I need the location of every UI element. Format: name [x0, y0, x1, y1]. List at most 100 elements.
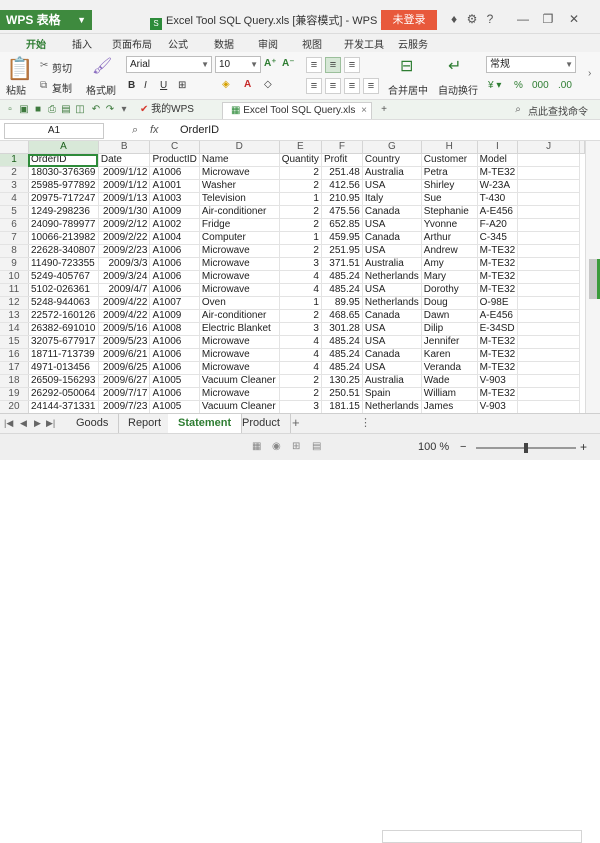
cell[interactable]: V-903	[477, 374, 519, 389]
row-header[interactable]: 8	[0, 244, 29, 259]
cell[interactable]: M-TE32	[477, 166, 519, 181]
cell[interactable]: A-E456	[477, 205, 519, 220]
tab-insert[interactable]: 插入	[72, 36, 92, 51]
column-header[interactable]: G	[362, 141, 422, 155]
layout-icon[interactable]: ▦	[252, 441, 261, 452]
open-icon[interactable]: ▣	[18, 104, 30, 116]
cell[interactable]	[517, 166, 580, 181]
column-header[interactable]: B	[98, 141, 151, 155]
cell[interactable]: 301.28	[321, 322, 363, 337]
cell[interactable]: 4	[279, 335, 322, 350]
row-header[interactable]: 11	[0, 283, 29, 298]
skin-icon[interactable]: ♦	[446, 12, 462, 26]
paste-icon[interactable]: 📋	[6, 56, 33, 82]
cell[interactable]: W-23A	[477, 179, 519, 194]
cell[interactable]: 24090-789977	[28, 218, 99, 233]
cell[interactable]: 2009/1/30	[98, 205, 151, 220]
cell[interactable]	[517, 244, 580, 259]
cell[interactable]	[517, 179, 580, 194]
align-center-icon[interactable]: ≡	[325, 78, 341, 94]
cell[interactable]: 3	[279, 322, 322, 337]
tab-cloud[interactable]: 云服务	[398, 36, 428, 51]
cell[interactable]: Netherlands	[362, 400, 422, 413]
cell[interactable]: 2	[279, 205, 322, 220]
cell[interactable]: Oven	[199, 296, 280, 311]
zoom-level[interactable]: 100 %	[418, 441, 449, 453]
cell[interactable]	[517, 309, 580, 324]
cell[interactable]: Computer	[199, 231, 280, 246]
cell[interactable]: 2009/6/25	[98, 361, 151, 376]
cell[interactable]: Netherlands	[362, 296, 422, 311]
cell[interactable]: 459.95	[321, 231, 363, 246]
prev-sheet-icon[interactable]: ◀	[20, 418, 27, 429]
cell[interactable]: Profit	[321, 153, 363, 168]
app-menu-button[interactable]: WPS 表格 ▼	[0, 10, 92, 30]
cut-icon[interactable]: ✂	[40, 60, 48, 71]
cell[interactable]: 1	[279, 192, 322, 207]
cell[interactable]: Dorothy	[421, 283, 478, 298]
wrap-icon[interactable]: ↵	[448, 56, 461, 76]
cell[interactable]: A1007	[149, 296, 200, 311]
cell[interactable]: 2009/5/16	[98, 322, 151, 337]
cell[interactable]: Petra	[421, 166, 478, 181]
cell[interactable]: USA	[362, 322, 422, 337]
cell[interactable]: 24144-371331	[28, 400, 99, 413]
cell[interactable]: Fridge	[199, 218, 280, 233]
command-search[interactable]: 点此查找命令	[528, 103, 588, 118]
cell[interactable]: M-TE32	[477, 283, 519, 298]
cell[interactable]: A1002	[149, 218, 200, 233]
cell[interactable]: 181.15	[321, 400, 363, 413]
cell[interactable]: Spain	[362, 387, 422, 402]
cell[interactable]: M-TE32	[477, 335, 519, 350]
shrink-font-icon[interactable]: A⁻	[282, 58, 295, 69]
row-header[interactable]: 10	[0, 270, 29, 285]
cell[interactable]: USA	[362, 361, 422, 376]
cell[interactable]: Doug	[421, 296, 478, 311]
chevron-right-icon[interactable]: ›	[588, 68, 591, 79]
row-header[interactable]: 2	[0, 166, 29, 181]
cell[interactable]: Australia	[362, 374, 422, 389]
cell[interactable]: A1006	[149, 283, 200, 298]
cell[interactable]	[517, 270, 580, 285]
add-tab-icon[interactable]: +	[378, 104, 390, 116]
row-header[interactable]: 4	[0, 192, 29, 207]
grow-font-icon[interactable]: A⁺	[264, 58, 277, 69]
print-icon[interactable]: ⎙	[46, 104, 58, 116]
row-header[interactable]: 3	[0, 179, 29, 194]
thousands-icon[interactable]: 000	[532, 80, 549, 91]
cell[interactable]: A1006	[149, 257, 200, 272]
search-icon[interactable]: ⌕	[512, 104, 524, 116]
cell[interactable]: 2009/6/21	[98, 348, 151, 363]
row-header[interactable]: 12	[0, 296, 29, 311]
cell[interactable]: 210.95	[321, 192, 363, 207]
cell[interactable]: 412.56	[321, 179, 363, 194]
column-header[interactable]: J	[517, 141, 580, 155]
cell[interactable]: M-TE32	[477, 244, 519, 259]
cell[interactable]	[517, 283, 580, 298]
cell[interactable]: 2	[279, 166, 322, 181]
cell[interactable]: 485.24	[321, 361, 363, 376]
grid-icon[interactable]: ⊞	[292, 441, 300, 452]
cell[interactable]: Italy	[362, 192, 422, 207]
cell[interactable]: Electric Blanket	[199, 322, 280, 337]
cell[interactable]: M-TE32	[477, 387, 519, 402]
row-header[interactable]: 9	[0, 257, 29, 272]
zoom-in-icon[interactable]: +	[580, 440, 587, 454]
row-header[interactable]: 1	[0, 153, 29, 168]
cell[interactable]: 130.25	[321, 374, 363, 389]
spreadsheet-grid[interactable]: ABCDEFGHIJ 1 OrderID Date ProductID Name Quan…	[0, 141, 585, 413]
cell[interactable]: 26509-156293	[28, 374, 99, 389]
minimize-icon[interactable]: —	[515, 12, 531, 26]
cell[interactable]: Netherlands	[362, 270, 422, 285]
cell[interactable]: A-E456	[477, 309, 519, 324]
cell[interactable]: 475.56	[321, 205, 363, 220]
cell[interactable]: Microwave	[199, 335, 280, 350]
cell[interactable]: ProductID	[149, 153, 200, 168]
cell[interactable]: 2	[279, 244, 322, 259]
cell[interactable]: A1006	[149, 361, 200, 376]
cell[interactable]: A1006	[149, 270, 200, 285]
cell[interactable]: A1006	[149, 244, 200, 259]
cut-button[interactable]: 剪切	[52, 60, 72, 75]
cell[interactable]: Microwave	[199, 166, 280, 181]
cell[interactable]: Sue	[421, 192, 478, 207]
